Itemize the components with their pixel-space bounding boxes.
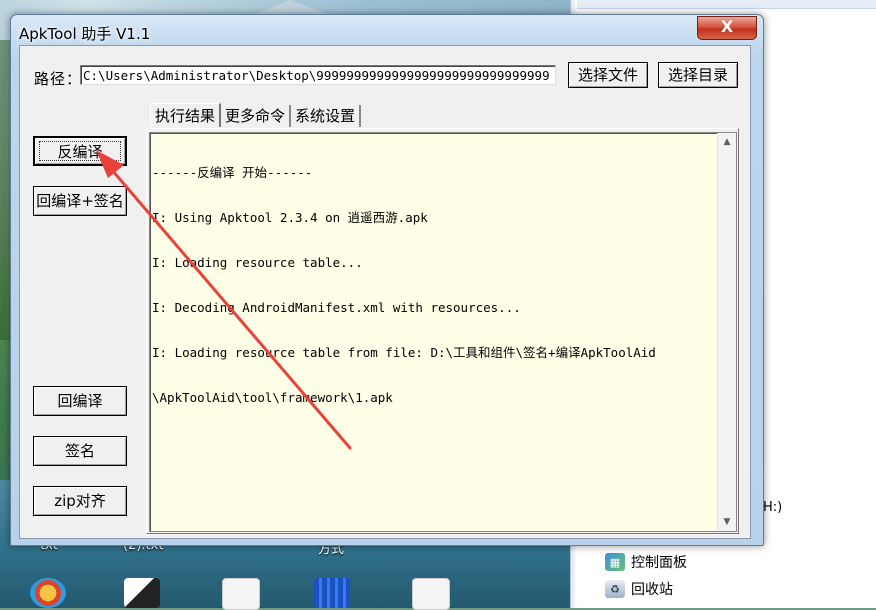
output-line: \ApkToolAid\tool\framework\1.apk (152, 390, 393, 405)
explorer-item-label: 控制面板 (631, 555, 687, 571)
tab-execution-results[interactable]: 执行结果 (150, 103, 222, 127)
output-log[interactable]: ------反编译 开始------ I: Using Apktool 2.3.… (149, 132, 737, 532)
output-scrollbar[interactable]: ▲ ▼ (717, 133, 736, 531)
building-app-icon[interactable] (314, 578, 350, 608)
scroll-up-arrow-icon[interactable]: ▲ (718, 133, 736, 151)
output-lines: ------反编译 开始------ I: Using Apktool 2.3.… (152, 135, 714, 435)
explorer-item-label: 回收站 (631, 582, 673, 598)
output-line: ------反编译 开始------ (152, 165, 313, 180)
recompile-button[interactable]: 回编译 (33, 386, 127, 416)
chrome-like-app-icon[interactable] (30, 578, 66, 608)
path-input[interactable]: C:\Users\Administrator\Desktop\999999999… (80, 65, 556, 85)
drive-label-fragment[interactable]: H:) (763, 500, 782, 515)
document-file-icon[interactable] (222, 578, 260, 610)
unity-app-icon[interactable] (124, 578, 160, 608)
explorer-item-control-panel[interactable]: ▦ 控制面板 (605, 552, 687, 572)
scroll-down-arrow-icon[interactable]: ▼ (718, 513, 736, 531)
window-title: ApkTool 助手 V1.1 (19, 25, 151, 43)
zipalign-button[interactable]: zip对齐 (33, 486, 127, 516)
recycle-bin-icon: ♻ (605, 580, 625, 598)
explorer-item-recycle-bin[interactable]: ♻ 回收站 (605, 579, 673, 599)
select-directory-button[interactable]: 选择目录 (658, 62, 738, 88)
path-label: 路径： (34, 70, 83, 88)
output-line: I: Loading resource table from file: D:\… (152, 345, 656, 360)
decompile-button[interactable]: 反编译 (33, 136, 127, 166)
sign-button[interactable]: 签名 (33, 436, 127, 466)
apktool-window: ApkTool 助手 V1.1 X 路径： C:\Users\Administr… (10, 14, 764, 546)
control-panel-icon: ▦ (605, 553, 625, 571)
recompile-sign-button[interactable]: 回编译+签名 (33, 186, 127, 216)
output-line: I: Decoding AndroidManifest.xml with res… (152, 300, 521, 315)
select-file-button[interactable]: 选择文件 (568, 62, 648, 88)
tab-system-settings[interactable]: 系统设置 (291, 105, 362, 127)
tab-bar: 执行结果 更多命令 系统设置 (150, 103, 362, 127)
document-file-icon[interactable] (412, 578, 450, 610)
tab-more-commands[interactable]: 更多命令 (221, 105, 292, 127)
output-line: I: Using Apktool 2.3.4 on 逍遥西游.apk (152, 210, 428, 225)
close-button[interactable]: X (697, 16, 757, 40)
close-icon: X (720, 17, 734, 36)
output-line: I: Loading resource table... (152, 255, 363, 270)
window-client-area: 路径： C:\Users\Administrator\Desktop\99999… (19, 45, 751, 539)
explorer-title-strip (571, 0, 876, 9)
